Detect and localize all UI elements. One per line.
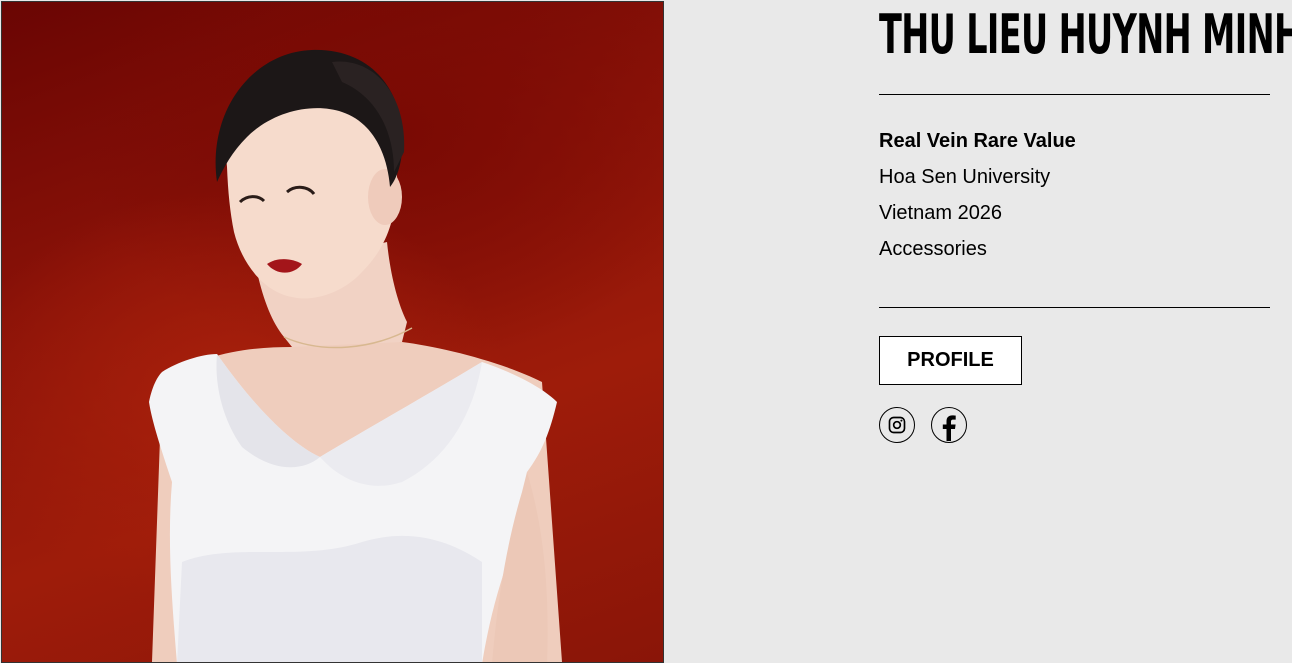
model-photo <box>1 1 664 663</box>
facebook-link[interactable] <box>931 407 967 443</box>
instagram-icon <box>888 416 906 434</box>
collection-title: Real Vein Rare Value <box>879 130 1076 152</box>
instagram-link[interactable] <box>879 407 915 443</box>
divider <box>879 307 1270 308</box>
model-info-panel: THU LIEU HUYNH MINH Real Vein Rare Value… <box>879 0 1292 443</box>
school-label: Hoa Sen University <box>879 166 1051 188</box>
social-links <box>879 407 1270 443</box>
facebook-icon <box>942 415 956 441</box>
event-label: Vietnam 2026 <box>879 202 1003 224</box>
category-label: Accessories <box>879 238 987 260</box>
model-details: Real Vein Rare Value Hoa Sen University … <box>879 95 1270 295</box>
profile-button[interactable]: PROFILE <box>879 336 1022 385</box>
portrait-illustration <box>149 49 562 662</box>
model-name: THU LIEU HUYNH MINH <box>879 3 1292 66</box>
